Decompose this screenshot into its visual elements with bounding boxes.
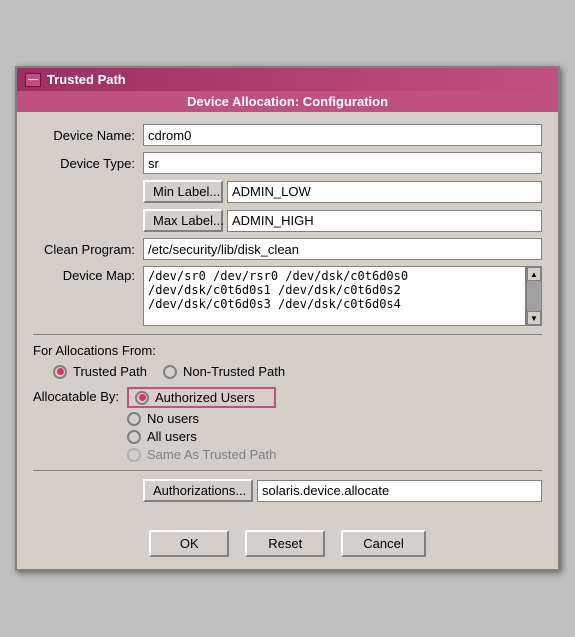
trusted-path-label: Trusted Path [73,364,147,379]
button-bar: OK Reset Cancel [17,520,558,569]
allocations-from-group: Trusted Path Non-Trusted Path [53,364,542,379]
authorizations-input[interactable] [257,480,542,502]
divider-1 [33,334,542,335]
allocatable-by-options: Authorized Users No users All users Same… [127,387,276,462]
trusted-path-radio-dot [57,368,64,375]
non-trusted-path-label: Non-Trusted Path [183,364,285,379]
main-window: — Trusted Path Device Allocation: Config… [15,66,560,571]
cancel-button[interactable]: Cancel [341,530,425,557]
clean-program-row: Clean Program: [33,238,542,260]
min-label-row: Min Label... [33,180,542,203]
allocatable-by-label: Allocatable By: [33,387,119,404]
ok-button[interactable]: OK [149,530,229,557]
reset-button[interactable]: Reset [245,530,325,557]
device-map-wrapper: ▲ ▼ [143,266,542,326]
scroll-track [527,281,541,311]
non-trusted-path-radio[interactable] [163,365,177,379]
min-label-button[interactable]: Min Label... [143,180,223,203]
clean-program-label: Clean Program: [33,242,143,257]
same-as-trusted-radio [127,448,141,462]
same-as-trusted-label: Same As Trusted Path [147,447,276,462]
device-map-scrollbar: ▲ ▼ [526,266,542,326]
authorized-users-radio[interactable] [135,391,149,405]
device-map-row: Device Map: ▲ ▼ [33,266,542,326]
all-users-radio[interactable] [127,430,141,444]
device-name-input[interactable] [143,124,542,146]
same-as-trusted-option: Same As Trusted Path [127,447,276,462]
no-users-label: No users [147,411,199,426]
authorized-users-option[interactable]: Authorized Users [127,387,276,408]
title-bar-left: — Trusted Path [25,72,126,87]
device-map-label: Device Map: [33,266,143,283]
authorized-users-radio-dot [139,394,146,401]
max-label-row: Max Label... [33,209,542,232]
all-users-option[interactable]: All users [127,429,276,444]
min-label-input[interactable] [227,181,542,203]
divider-2 [33,470,542,471]
max-label-input[interactable] [227,210,542,232]
device-name-label: Device Name: [33,128,143,143]
title-bar: — Trusted Path [17,68,558,91]
form-content: Device Name: Device Type: Min Label... M… [17,112,558,520]
max-label-button[interactable]: Max Label... [143,209,223,232]
no-users-option[interactable]: No users [127,411,276,426]
allocatable-by-section: Allocatable By: Authorized Users No user… [33,387,542,462]
scroll-down-arrow[interactable]: ▼ [527,311,541,325]
all-users-label: All users [147,429,197,444]
non-trusted-path-option[interactable]: Non-Trusted Path [163,364,285,379]
subtitle-text: Device Allocation: Configuration [187,94,388,109]
trusted-path-radio[interactable] [53,365,67,379]
device-type-row: Device Type: [33,152,542,174]
device-type-label: Device Type: [33,156,143,171]
no-users-radio[interactable] [127,412,141,426]
scroll-up-arrow[interactable]: ▲ [527,267,541,281]
device-name-row: Device Name: [33,124,542,146]
device-type-input[interactable] [143,152,542,174]
authorizations-row: Authorizations... [33,479,542,502]
authorizations-button[interactable]: Authorizations... [143,479,253,502]
authorized-users-label: Authorized Users [155,390,255,405]
subtitle-bar: Device Allocation: Configuration [17,91,558,112]
clean-program-input[interactable] [143,238,542,260]
window-title: Trusted Path [47,72,126,87]
close-button[interactable]: — [25,73,41,87]
device-map-textarea[interactable] [143,266,526,326]
trusted-path-option[interactable]: Trusted Path [53,364,147,379]
allocations-from-label: For Allocations From: [33,343,542,358]
